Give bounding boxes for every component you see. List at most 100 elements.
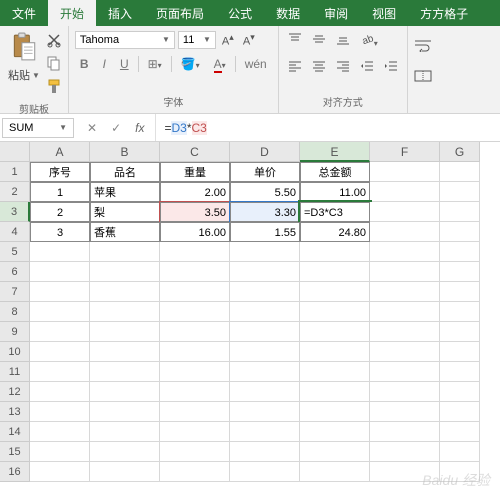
tab-review[interactable]: 审阅	[312, 0, 360, 26]
cell-B8[interactable]	[90, 302, 160, 322]
cell-A14[interactable]	[30, 422, 90, 442]
cell-A5[interactable]	[30, 242, 90, 262]
cell-A12[interactable]	[30, 382, 90, 402]
cell-D10[interactable]	[230, 342, 300, 362]
cell-B15[interactable]	[90, 442, 160, 462]
row-header-1[interactable]: 1	[0, 162, 30, 182]
font-color-button[interactable]: A▾	[209, 54, 231, 74]
tab-home[interactable]: 开始	[48, 0, 96, 26]
font-name-select[interactable]: Tahoma▼	[75, 31, 175, 49]
cell-A10[interactable]	[30, 342, 90, 362]
cell-E6[interactable]	[300, 262, 370, 282]
tab-ffgz[interactable]: 方方格子	[408, 0, 480, 26]
cell-A9[interactable]	[30, 322, 90, 342]
cell-D7[interactable]	[230, 282, 300, 302]
cell-D3[interactable]: 3.30	[230, 202, 300, 222]
row-header-12[interactable]: 12	[0, 382, 30, 402]
cell-C12[interactable]	[160, 382, 230, 402]
cell-G1[interactable]	[440, 162, 480, 182]
cell-F9[interactable]	[370, 322, 440, 342]
increase-font-button[interactable]: A▴	[219, 30, 237, 50]
tab-view[interactable]: 视图	[360, 0, 408, 26]
row-header-9[interactable]: 9	[0, 322, 30, 342]
cell-F11[interactable]	[370, 362, 440, 382]
font-size-select[interactable]: 11▼	[178, 31, 216, 49]
cell-A15[interactable]	[30, 442, 90, 462]
cell-B12[interactable]	[90, 382, 160, 402]
cell-A11[interactable]	[30, 362, 90, 382]
accept-formula-button[interactable]: ✓	[108, 118, 124, 138]
cell-F6[interactable]	[370, 262, 440, 282]
phonetic-button[interactable]: wén	[240, 54, 272, 74]
cell-B14[interactable]	[90, 422, 160, 442]
decrease-font-button[interactable]: A▾	[240, 30, 258, 50]
bold-button[interactable]: B	[75, 54, 94, 74]
col-header-G[interactable]: G	[440, 142, 480, 162]
cell-G14[interactable]	[440, 422, 480, 442]
cell-C7[interactable]	[160, 282, 230, 302]
col-header-E[interactable]: E	[300, 142, 370, 162]
cut-icon[interactable]	[46, 32, 62, 53]
fill-color-button[interactable]: 🪣▾	[176, 54, 205, 74]
cell-B4[interactable]: 香蕉	[90, 222, 160, 242]
cell-G9[interactable]	[440, 322, 480, 342]
cell-G13[interactable]	[440, 402, 480, 422]
cell-C16[interactable]	[160, 462, 230, 482]
cell-D16[interactable]	[230, 462, 300, 482]
cell-F7[interactable]	[370, 282, 440, 302]
cell-E15[interactable]	[300, 442, 370, 462]
cell-G7[interactable]	[440, 282, 480, 302]
format-painter-icon[interactable]	[46, 78, 62, 99]
cell-G15[interactable]	[440, 442, 480, 462]
cell-E13[interactable]	[300, 402, 370, 422]
cell-B2[interactable]: 苹果	[90, 182, 160, 202]
cell-F5[interactable]	[370, 242, 440, 262]
cell-F2[interactable]	[370, 182, 440, 202]
underline-button[interactable]: U	[115, 54, 134, 74]
cell-E9[interactable]	[300, 322, 370, 342]
copy-icon[interactable]	[46, 55, 62, 76]
cell-E5[interactable]	[300, 242, 370, 262]
cell-D11[interactable]	[230, 362, 300, 382]
cell-F15[interactable]	[370, 442, 440, 462]
cell-E12[interactable]	[300, 382, 370, 402]
cell-D4[interactable]: 1.55	[230, 222, 300, 242]
orientation-button[interactable]: ab▾	[357, 30, 381, 53]
row-header-16[interactable]: 16	[0, 462, 30, 482]
cell-C2[interactable]: 2.00	[160, 182, 230, 202]
cell-F8[interactable]	[370, 302, 440, 322]
tab-layout[interactable]: 页面布局	[144, 0, 216, 26]
row-header-2[interactable]: 2	[0, 182, 30, 202]
row-header-8[interactable]: 8	[0, 302, 30, 322]
col-header-F[interactable]: F	[370, 142, 440, 162]
cell-A4[interactable]: 3	[30, 222, 90, 242]
cell-F13[interactable]	[370, 402, 440, 422]
cell-A7[interactable]	[30, 282, 90, 302]
col-header-A[interactable]: A	[30, 142, 90, 162]
italic-button[interactable]: I	[98, 54, 111, 74]
cell-B3[interactable]: 梨	[90, 202, 160, 222]
cell-D5[interactable]	[230, 242, 300, 262]
cell-A16[interactable]	[30, 462, 90, 482]
cell-G8[interactable]	[440, 302, 480, 322]
row-header-13[interactable]: 13	[0, 402, 30, 422]
cell-D2[interactable]: 5.50	[230, 182, 300, 202]
cell-A6[interactable]	[30, 262, 90, 282]
formula-input[interactable]: =D3*C3	[156, 117, 500, 139]
cell-C11[interactable]	[160, 362, 230, 382]
cell-D13[interactable]	[230, 402, 300, 422]
decrease-indent-button[interactable]	[357, 57, 377, 80]
increase-indent-button[interactable]	[381, 57, 401, 80]
cell-E11[interactable]	[300, 362, 370, 382]
tab-formula[interactable]: 公式	[216, 0, 264, 26]
cell-E1[interactable]: 总金额	[300, 162, 370, 182]
cell-C5[interactable]	[160, 242, 230, 262]
cell-C9[interactable]	[160, 322, 230, 342]
cell-D12[interactable]	[230, 382, 300, 402]
row-header-15[interactable]: 15	[0, 442, 30, 462]
cell-F14[interactable]	[370, 422, 440, 442]
cell-E7[interactable]	[300, 282, 370, 302]
cell-G6[interactable]	[440, 262, 480, 282]
cell-B9[interactable]	[90, 322, 160, 342]
cell-F4[interactable]	[370, 222, 440, 242]
